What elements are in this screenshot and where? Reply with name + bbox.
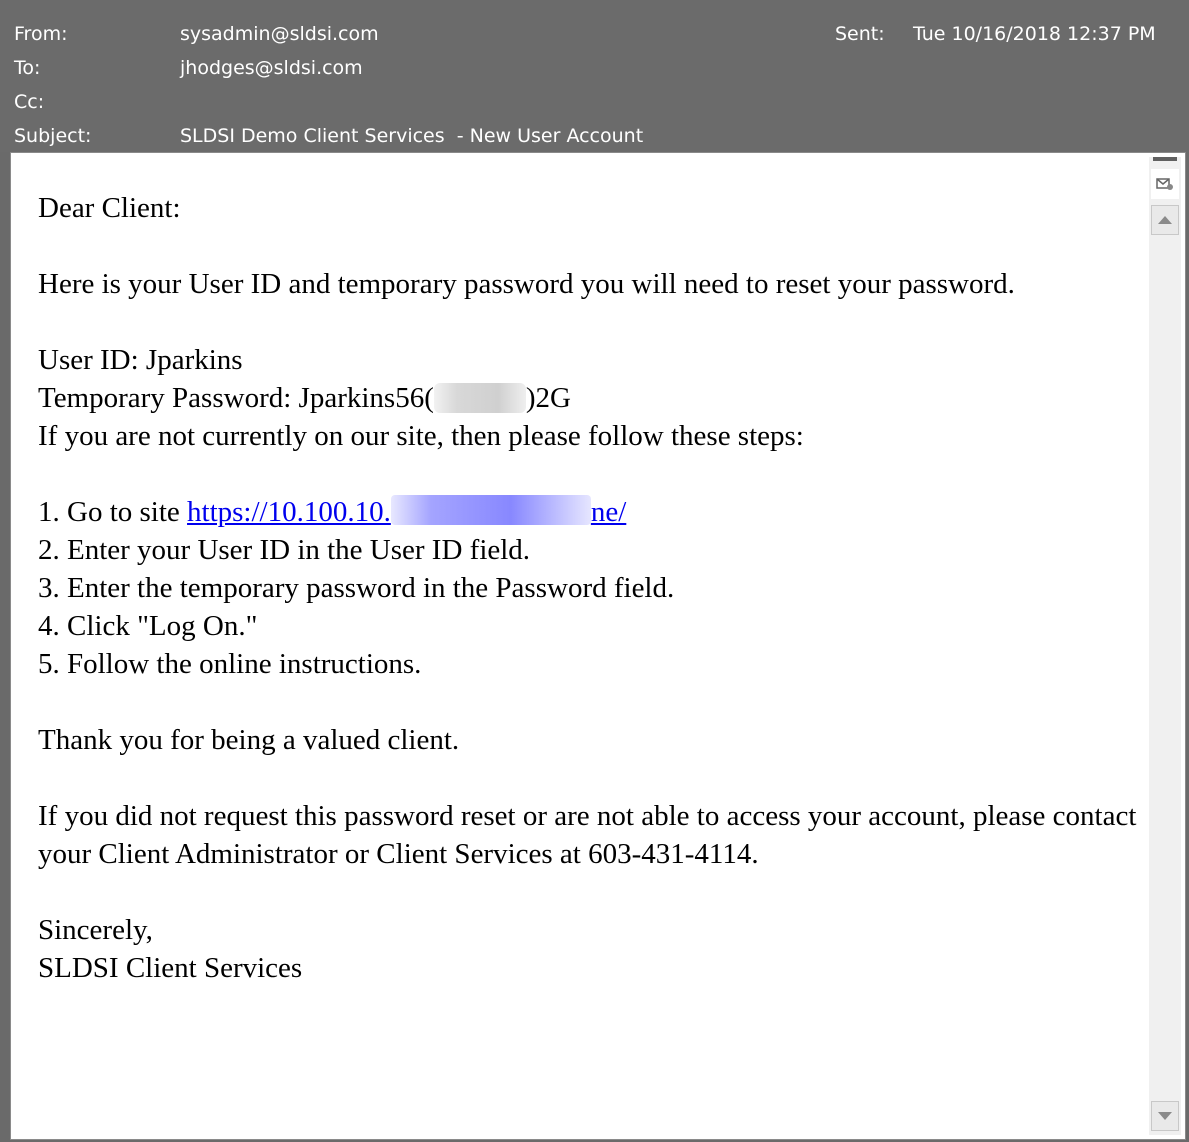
signature: SLDSI Client Services: [38, 952, 303, 984]
site-link[interactable]: https://10.100.10. ne/: [187, 495, 626, 528]
scrollbar-split-handle[interactable]: [1153, 157, 1177, 161]
sent-value: Tue 10/16/2018 12:37 PM: [913, 23, 1156, 45]
steps-intro: If you are not currently on our site, th…: [38, 420, 804, 452]
step-2: 2. Enter your User ID in the User ID fie…: [38, 534, 531, 566]
step-1-prefix: 1. Go to site: [38, 496, 188, 528]
temp-password-line: Temporary Password: Jparkins56( )2G: [38, 379, 1138, 417]
email-body-frame: Dear Client: Here is your User ID and te…: [10, 152, 1186, 1140]
redacted-url-blur: [390, 495, 591, 525]
from-value[interactable]: sysadmin@sldsi.com: [180, 22, 379, 46]
scroll-down-button[interactable]: [1151, 1101, 1179, 1131]
email-reading-pane: From: sysadmin@sldsi.com Sent: Tue 10/16…: [0, 0, 1189, 1142]
email-header: From: sysadmin@sldsi.com Sent: Tue 10/16…: [0, 0, 1189, 152]
to-value[interactable]: jhodges@sldsi.com: [180, 56, 363, 80]
closing: Sincerely,: [38, 914, 153, 946]
to-label: To:: [14, 57, 41, 79]
user-id-line: User ID: Jparkins: [38, 344, 243, 376]
temp-password-prefix: Temporary Password: Jparkins56(: [38, 382, 434, 414]
arrow-up-icon: [1158, 216, 1172, 224]
arrow-down-icon: [1158, 1112, 1172, 1120]
step-1: 1. Go to site https://10.100.10. ne/: [38, 493, 1138, 531]
scroll-up-button[interactable]: [1151, 205, 1179, 235]
contact-paragraph: If you did not request this password res…: [38, 800, 1137, 870]
subject-value: SLDSI Demo Client Services - New User Ac…: [180, 125, 644, 147]
step-3: 3. Enter the temporary password in the P…: [38, 572, 675, 604]
email-body: Dear Client: Here is your User ID and te…: [38, 189, 1138, 987]
greeting: Dear Client:: [38, 192, 181, 224]
step-5: 5. Follow the online instructions.: [38, 648, 422, 680]
vertical-scrollbar[interactable]: [1149, 157, 1181, 1135]
from-label: From:: [14, 23, 68, 45]
thanks-line: Thank you for being a valued client.: [38, 724, 460, 756]
temp-password-suffix: )2G: [525, 382, 571, 414]
sent-label: Sent:: [835, 23, 885, 45]
intro-paragraph: Here is your User ID and temporary passw…: [38, 268, 1015, 300]
site-link-end[interactable]: ne/: [591, 496, 626, 528]
subject-label: Subject:: [14, 125, 92, 147]
envelope-settings-icon[interactable]: [1151, 169, 1179, 199]
step-4: 4. Click "Log On.": [38, 610, 258, 642]
redacted-password-blur: [433, 383, 526, 413]
cc-label: Cc:: [14, 91, 45, 113]
site-link-start[interactable]: https://10.100.10.: [187, 496, 391, 528]
